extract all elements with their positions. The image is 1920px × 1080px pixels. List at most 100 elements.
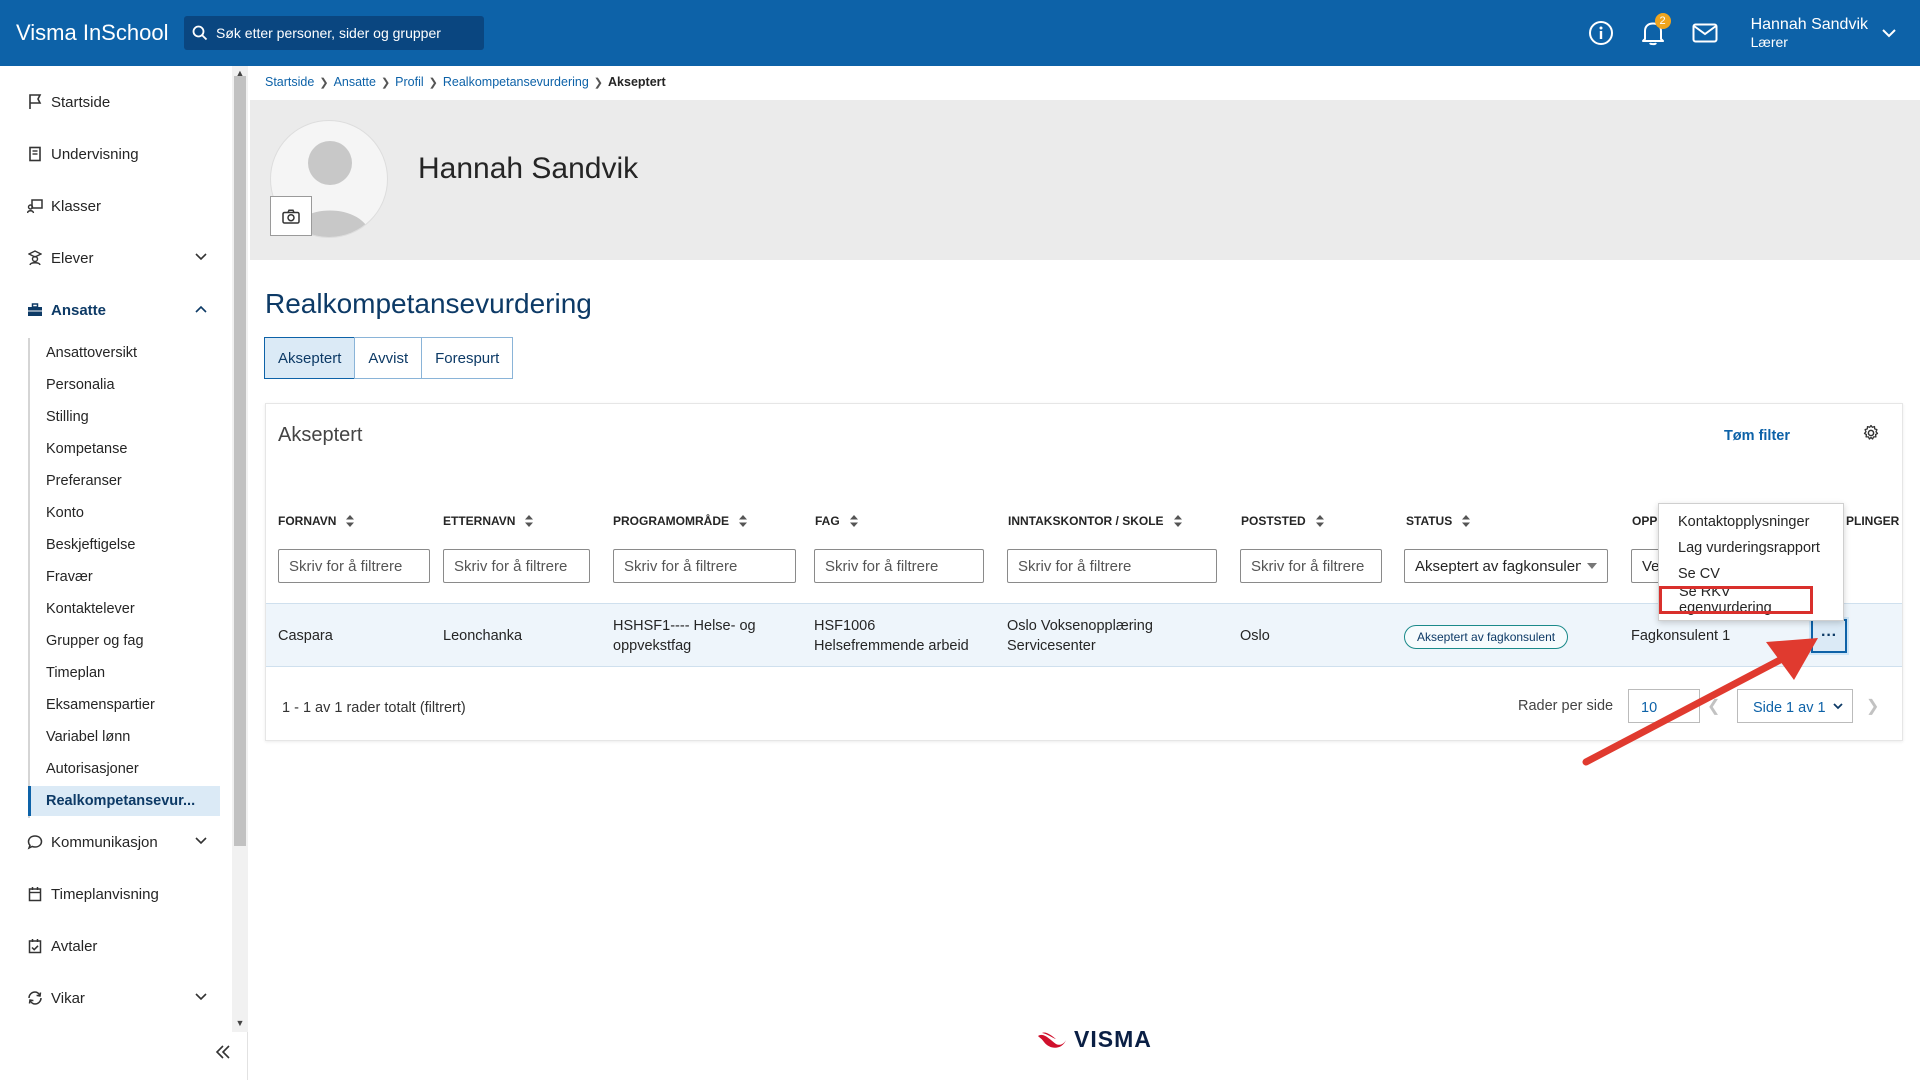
sort-icon: [346, 515, 355, 527]
sidebar-subitem[interactable]: Grupper og fag: [28, 626, 220, 656]
sidebar-item-label: Ansatte: [51, 301, 107, 319]
chevron-right-icon: ❯: [319, 76, 329, 89]
sidebar-subitem[interactable]: Beskjeftigelse: [28, 530, 220, 560]
column-label: FORNAVN: [278, 514, 337, 528]
sidebar-subitem[interactable]: Personalia: [28, 370, 220, 400]
sidebar-item-klasser[interactable]: Klasser: [0, 188, 226, 224]
app-title[interactable]: Visma InSchool: [16, 20, 184, 46]
sidebar-item-label: Vikar: [51, 989, 85, 1007]
sidebar-subitem[interactable]: Realkompetansevur...: [28, 786, 220, 816]
search-box[interactable]: [184, 16, 484, 50]
notification-badge: 2: [1654, 13, 1671, 29]
breadcrumb-startside[interactable]: Startside: [265, 75, 314, 89]
sidebar-subitem[interactable]: Autorisasjoner: [28, 754, 220, 784]
tab-avvist[interactable]: Avvist: [354, 337, 423, 379]
breadcrumb-realkompetansevurdering[interactable]: Realkompetansevurdering: [443, 75, 589, 89]
sidebar-subitem[interactable]: Stilling: [28, 402, 220, 432]
filter-fornavn[interactable]: [278, 549, 430, 583]
scroll-down-arrow[interactable]: ▼: [234, 1018, 246, 1028]
sidebar-subitem[interactable]: Konto: [28, 498, 220, 528]
sidebar-subitem[interactable]: Eksamenspartier: [28, 690, 220, 720]
column-header-inntakskontor[interactable]: INNTAKSKONTOR / SKOLE: [1008, 514, 1182, 528]
column-header-poststed[interactable]: POSTSTED: [1241, 514, 1324, 528]
sidebar-item-kommunikasjon[interactable]: Kommunikasjon: [0, 824, 226, 860]
filter-fag[interactable]: [814, 549, 984, 583]
search-input[interactable]: [216, 25, 456, 41]
page-title: Realkompetansevurdering: [265, 288, 592, 319]
sidebar-subitem[interactable]: Kontaktelever: [28, 594, 220, 624]
filter-status-select[interactable]: Akseptert av fagkonsulent: [1404, 549, 1608, 583]
sidebar-item-elever[interactable]: Elever: [0, 240, 226, 276]
briefcase-icon: [26, 301, 44, 319]
sidebar-item-label: Kommunikasjon: [51, 833, 158, 851]
chevron-right-icon: ❯: [428, 76, 438, 89]
messages-button[interactable]: [1679, 0, 1731, 66]
sidebar-subitem[interactable]: Variabel lønn: [28, 722, 220, 752]
column-header-etternavn[interactable]: ETTERNAVN: [443, 514, 534, 528]
tab-forespurt[interactable]: Forespurt: [421, 337, 514, 379]
column-header-status[interactable]: STATUS: [1406, 514, 1471, 528]
sidebar-item-label: Undervisning: [51, 145, 139, 163]
user-menu[interactable]: Hannah Sandvik Lærer: [1751, 16, 1896, 50]
sidebar-scrollbar-thumb[interactable]: [234, 76, 246, 846]
sidebar-item-undervisning[interactable]: Undervisning: [0, 136, 226, 172]
menu-item-se-rkv-egenvurdering[interactable]: Se RKV egenvurdering: [1659, 584, 1813, 616]
collapse-sidebar-button[interactable]: [214, 1044, 232, 1065]
scroll-up-arrow[interactable]: ▲: [234, 68, 246, 78]
menu-item-kontaktopplysninger[interactable]: Kontaktopplysninger: [1659, 509, 1845, 535]
cell-fag: HSF1006 Helsefremmende arbeid: [814, 616, 969, 656]
next-page-button[interactable]: ❯: [1866, 696, 1879, 716]
filter-poststed[interactable]: [1240, 549, 1382, 583]
flag-icon: [26, 93, 44, 111]
column-header-fag[interactable]: FAG: [815, 514, 858, 528]
tab-bar: Akseptert Avvist Forespurt: [264, 337, 514, 379]
column-label: PLINGER: [1846, 514, 1900, 528]
chevron-up-icon: [195, 305, 207, 313]
filter-etternavn[interactable]: [443, 549, 590, 583]
sidebar-item-vikar[interactable]: Vikar: [0, 980, 226, 1016]
card-title: Akseptert: [278, 424, 363, 446]
sidebar-item-ansatte[interactable]: Ansatte: [0, 292, 226, 328]
refresh-icon: [26, 989, 44, 1007]
row-count-summary: 1 - 1 av 1 rader totalt (filtrert): [282, 700, 466, 716]
column-header-fornavn[interactable]: FORNAVN: [278, 514, 355, 528]
chevron-down-icon: [1833, 703, 1843, 710]
info-button[interactable]: [1575, 0, 1627, 66]
sidebar-item-timeplanvisning[interactable]: Timeplanvisning: [0, 876, 226, 912]
notifications-button[interactable]: 2: [1627, 0, 1679, 66]
menu-item-lag-vurderingsrapport[interactable]: Lag vurderingsrapport: [1659, 535, 1845, 561]
breadcrumb-ansatte[interactable]: Ansatte: [334, 75, 376, 89]
sidebar-subitem[interactable]: Preferanser: [28, 466, 220, 496]
sidebar-subitem[interactable]: Fravær: [28, 562, 220, 592]
cell-etternavn: Leonchanka: [443, 628, 523, 644]
sort-icon: [849, 515, 858, 527]
settings-button[interactable]: [1862, 424, 1880, 447]
column-header-opp[interactable]: OPP: [1632, 514, 1657, 528]
column-header-handlinger[interactable]: PLINGER: [1846, 514, 1899, 528]
filter-opp-select[interactable]: Ve: [1631, 549, 1661, 583]
profile-name: Hannah Sandvik: [418, 152, 639, 185]
column-label: FAG: [815, 514, 840, 528]
chevron-right-icon: ❯: [380, 76, 391, 89]
sidebar-item-startside[interactable]: Startside: [0, 84, 226, 120]
dropdown-arrow-icon: [1587, 563, 1597, 569]
column-header-programomrade[interactable]: PROGRAMOMRÅDE: [613, 514, 747, 528]
sidebar-subitem[interactable]: Timeplan: [28, 658, 220, 688]
breadcrumb-current: Akseptert: [608, 75, 666, 89]
filter-inntakskontor[interactable]: [1007, 549, 1217, 583]
tab-akseptert[interactable]: Akseptert: [264, 337, 356, 379]
sort-icon: [1315, 515, 1324, 527]
book-icon: [26, 145, 44, 163]
chevron-right-icon: ❯: [593, 76, 604, 89]
breadcrumb-profil[interactable]: Profil: [395, 75, 423, 89]
filter-programomrade[interactable]: [613, 549, 796, 583]
chevron-down-icon: [195, 253, 207, 261]
cell-line: Oslo Voksenopplæring: [1007, 618, 1153, 634]
change-photo-button[interactable]: [270, 196, 312, 236]
sidebar-subitem[interactable]: Ansattoversikt: [28, 338, 220, 368]
sidebar-item-avtaler[interactable]: Avtaler: [0, 928, 226, 964]
classroom-icon: [26, 197, 44, 215]
sidebar-item-label: Elever: [51, 249, 94, 267]
clear-filter-button[interactable]: Tøm filter: [1724, 428, 1790, 444]
sidebar-subitem[interactable]: Kompetanse: [28, 434, 220, 464]
